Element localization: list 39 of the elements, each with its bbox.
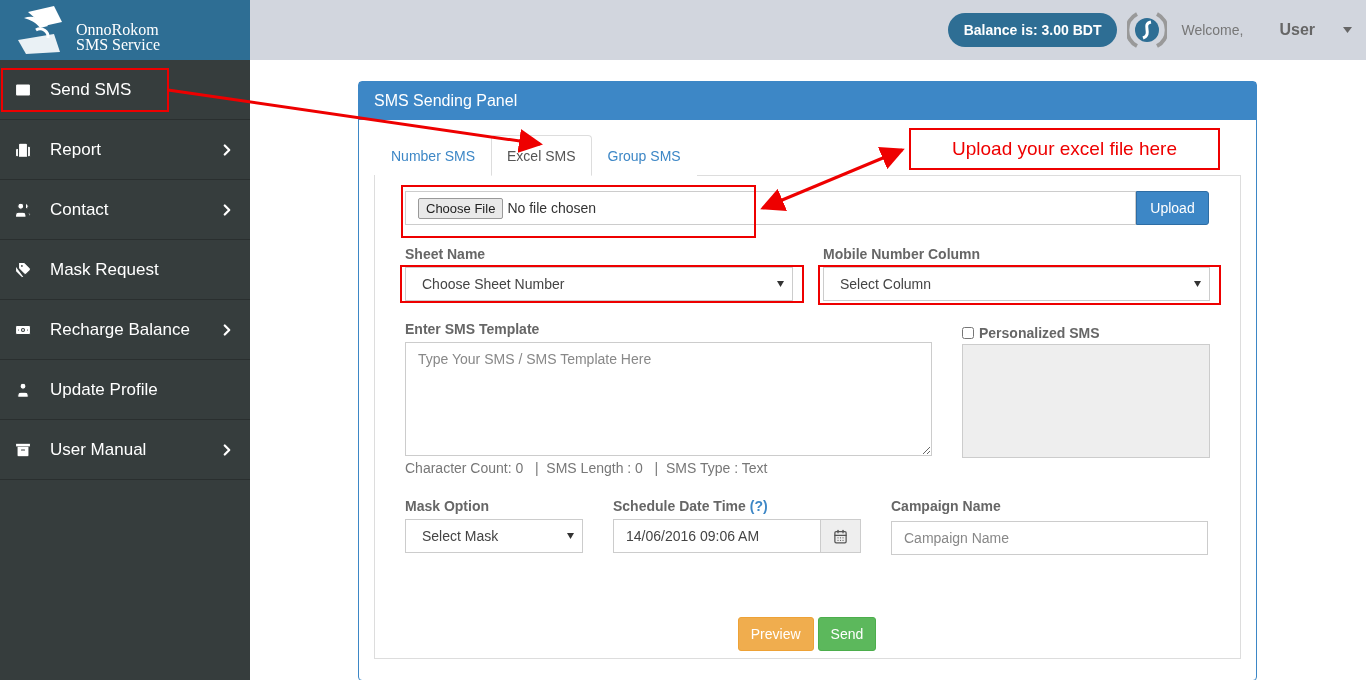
archive-icon: [14, 440, 32, 459]
user-menu[interactable]: User: [1279, 21, 1315, 39]
field-label: Schedule Date Time: [613, 498, 746, 514]
select-dropdown[interactable]: Select Mask: [405, 519, 583, 553]
tab[interactable]: Excel SMS: [491, 135, 592, 176]
upload-button[interactable]: Upload: [1136, 191, 1209, 225]
users-icon: [14, 200, 32, 219]
caret-icon: [1194, 281, 1201, 287]
annotation-callout: Upload your excel file here: [909, 128, 1220, 170]
calendar-icon: [833, 528, 848, 544]
checkbox[interactable]: [962, 326, 974, 339]
select-dropdown[interactable]: Select Column: [823, 267, 1210, 301]
checkbox-label: Personalized SMS: [979, 324, 1100, 341]
field-label: Campaign Name: [891, 498, 1002, 514]
logo-icon: [1127, 10, 1168, 50]
field-label: Sheet Name: [405, 246, 487, 262]
welcome-text: Welcome,: [1181, 22, 1244, 38]
campaign-name-field[interactable]: Campaign Name: [891, 521, 1208, 555]
caret-icon: [567, 533, 574, 539]
file-status: No file chosen: [507, 200, 597, 216]
sms-counter-text: Character Count: 0 | SMS Length : 0 | SMS Type : Text: [405, 460, 769, 476]
tag-icon: [14, 260, 32, 279]
field-label: Mobile Number Column: [823, 246, 982, 262]
caret-icon[interactable]: [1343, 27, 1352, 33]
file-input[interactable]: Choose File No file chosen: [405, 191, 1136, 225]
sms-template-field[interactable]: Type Your SMS / SMS Template Here: [405, 342, 932, 456]
balance-badge: Balance is: 3.00 BDT: [947, 13, 1118, 47]
calendar-button[interactable]: [821, 519, 861, 553]
field-label: Enter SMS Template: [405, 321, 541, 337]
caret-icon: [777, 281, 784, 287]
select-dropdown[interactable]: Choose Sheet Number: [405, 267, 793, 301]
panel-title: SMS Sending Panel: [359, 82, 1256, 120]
choose-file-button[interactable]: Choose File: [418, 197, 504, 219]
logo-text: OnnoRokom SMS Service: [76, 22, 160, 52]
building-icon: [14, 140, 32, 159]
field-label: Mask Option: [405, 498, 490, 514]
help-link[interactable]: (?): [749, 498, 768, 514]
user-icon: [14, 380, 32, 399]
date-time-field[interactable]: 14/06/2016 09:06 AM: [613, 519, 821, 553]
